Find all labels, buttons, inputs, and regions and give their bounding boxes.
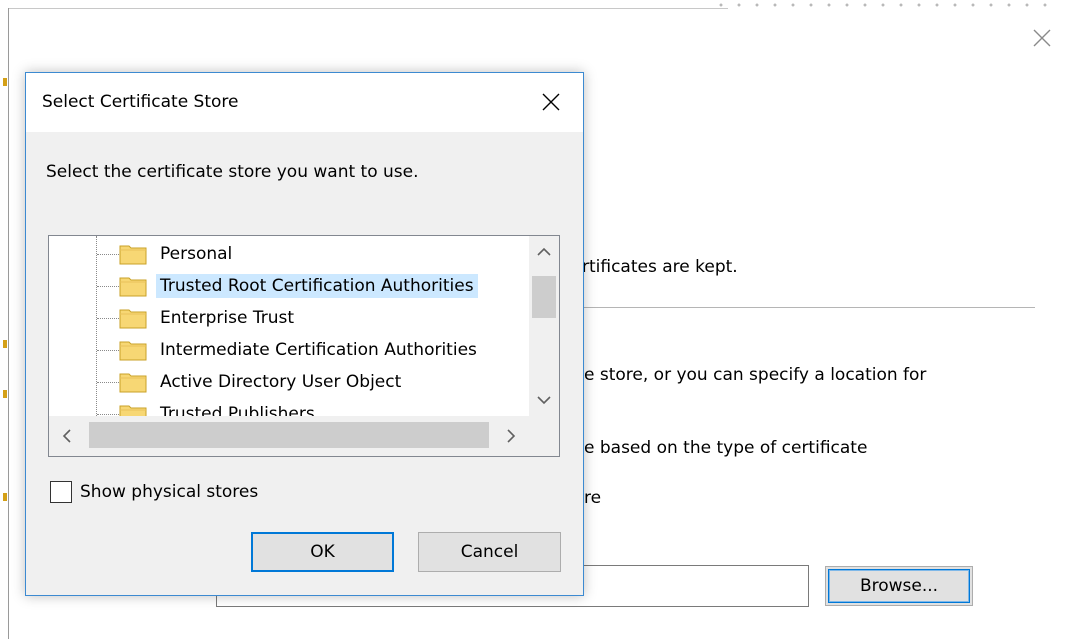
- background-divider: [580, 307, 1035, 308]
- scroll-right-icon[interactable]: [493, 416, 529, 456]
- close-icon: [542, 93, 560, 111]
- horizontal-scrollbar[interactable]: [49, 416, 529, 456]
- tree-item-label: Enterprise Trust: [160, 308, 295, 328]
- vertical-scroll-thumb[interactable]: [532, 276, 556, 318]
- dialog-title: Select Certificate Store: [42, 92, 239, 112]
- scroll-left-icon[interactable]: [49, 416, 85, 456]
- scroll-down-icon[interactable]: [529, 384, 559, 416]
- tree-items: Personal Trusted Root Certification Auth…: [49, 236, 529, 416]
- background-close-icon[interactable]: [1030, 26, 1054, 50]
- tree-item-label: Trusted Publishers: [160, 404, 315, 416]
- background-edge-marks: [3, 78, 7, 501]
- cancel-button-label: Cancel: [460, 542, 519, 562]
- background-text-line-4: re: [584, 488, 602, 508]
- ok-button-label: OK: [310, 542, 335, 562]
- tree-item-label: Personal: [160, 244, 233, 264]
- scroll-up-icon[interactable]: [529, 236, 559, 268]
- certificate-store-tree[interactable]: Personal Trusted Root Certification Auth…: [48, 235, 560, 457]
- folder-icon: [119, 309, 147, 329]
- folder-icon: [119, 373, 147, 393]
- background-text-line-1: rtificates are kept.: [582, 257, 738, 277]
- tree-item-personal[interactable]: Personal: [49, 238, 529, 270]
- select-certificate-store-dialog: Select Certificate Store Select the cert…: [25, 72, 584, 596]
- background-window-top-border: [8, 8, 728, 9]
- browse-button-label: Browse...: [859, 576, 939, 596]
- tree-item-label: Active Directory User Object: [160, 372, 402, 392]
- ok-button[interactable]: OK: [251, 532, 394, 572]
- browse-button[interactable]: Browse...: [825, 566, 973, 606]
- show-physical-stores-checkbox[interactable]: [50, 481, 72, 503]
- tree-item-active-directory[interactable]: Active Directory User Object: [49, 366, 529, 398]
- scrollbar-corner: [529, 416, 559, 456]
- dialog-prompt: Select the certificate store you want to…: [46, 162, 419, 182]
- tree-item-label: Intermediate Certification Authorities: [160, 340, 477, 360]
- tree-item-enterprise-trust[interactable]: Enterprise Trust: [49, 302, 529, 334]
- background-dotted-edge: [712, 0, 1052, 10]
- background-text-line-2: e store, or you can specify a location f…: [584, 365, 927, 385]
- tree-item-trusted-root[interactable]: Trusted Root Certification Authorities: [49, 270, 529, 302]
- folder-icon: [119, 341, 147, 361]
- folder-icon: [119, 405, 147, 416]
- dialog-titlebar: Select Certificate Store: [26, 73, 583, 132]
- tree-item-label-selected: Trusted Root Certification Authorities: [156, 274, 478, 298]
- cancel-button[interactable]: Cancel: [418, 532, 561, 572]
- show-physical-stores-label[interactable]: Show physical stores: [80, 482, 258, 502]
- background-text-line-3: e based on the type of certificate: [584, 438, 868, 458]
- tree-item-intermediate[interactable]: Intermediate Certification Authorities: [49, 334, 529, 366]
- folder-icon: [119, 245, 147, 265]
- vertical-scrollbar[interactable]: [529, 236, 559, 416]
- background-window-left-border: [8, 8, 9, 639]
- dialog-close-button[interactable]: [536, 87, 566, 117]
- tree-item-trusted-publishers[interactable]: Trusted Publishers: [49, 398, 529, 416]
- folder-icon: [119, 277, 147, 297]
- horizontal-scroll-thumb[interactable]: [89, 422, 489, 448]
